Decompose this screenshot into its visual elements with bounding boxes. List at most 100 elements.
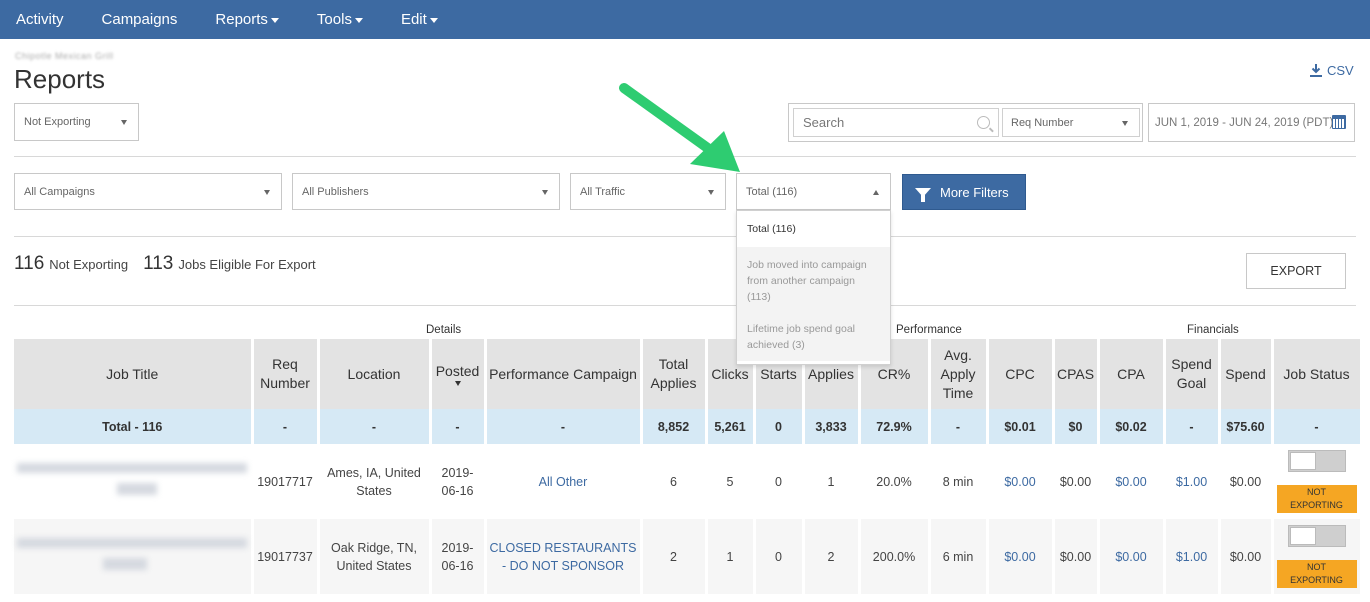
- group-performance: Performance: [896, 324, 962, 336]
- job-title-blurred[interactable]: [14, 519, 254, 594]
- chevron-down-icon: [270, 18, 279, 23]
- total-status: -: [1272, 409, 1363, 444]
- row-starts: 0: [754, 444, 805, 519]
- total-total-applies: 8,852: [641, 409, 708, 444]
- export-toggle[interactable]: [1287, 525, 1346, 547]
- row-cr: 200.0%: [859, 519, 931, 594]
- col-cpc[interactable]: CPC: [987, 339, 1055, 409]
- total-campaign: -: [485, 409, 643, 444]
- redacted-title: [17, 532, 248, 576]
- export-status-select[interactable]: Not Exporting: [14, 103, 139, 141]
- csv-label: CSV: [1327, 63, 1354, 78]
- row-total-applies: 6: [641, 444, 708, 519]
- csv-download-link[interactable]: CSV: [1310, 63, 1354, 78]
- more-filters-button[interactable]: More Filters: [902, 174, 1026, 210]
- req-number-select[interactable]: Req Number: [1002, 108, 1140, 137]
- caret-down-icon: [708, 189, 714, 195]
- top-nav: Activity Campaigns Reports Tools Edit: [0, 0, 1370, 39]
- status-badge: NOT EXPORTING: [1276, 560, 1357, 588]
- row-spend: $0.00: [1219, 519, 1274, 594]
- publishers-select[interactable]: All Publishers: [292, 173, 560, 210]
- date-range-picker[interactable]: JUN 1, 2019 - JUN 24, 2019 (PDT): [1148, 103, 1355, 142]
- search-placeholder: Search: [803, 115, 845, 130]
- total-location: -: [318, 409, 432, 444]
- col-job-title[interactable]: Job Title: [14, 339, 254, 409]
- account-name: Chipotle Mexican Grill: [15, 51, 114, 61]
- dropdown-option-total[interactable]: Total (116): [737, 211, 890, 247]
- row-location: Oak Ridge, TN, United States: [318, 519, 432, 594]
- row-cpc-link[interactable]: $0.00: [987, 519, 1055, 594]
- row-clicks: 5: [706, 444, 756, 519]
- row-apply-time: 8 min: [929, 444, 989, 519]
- col-job-status[interactable]: Job Status: [1272, 339, 1363, 409]
- filter-icon: [915, 187, 931, 202]
- search-icon: [977, 116, 990, 129]
- row-cpa-link[interactable]: $0.00: [1098, 519, 1166, 594]
- row-applies: 2: [803, 519, 861, 594]
- nav-edit[interactable]: Edit: [382, 0, 457, 39]
- total-spend-goal: -: [1164, 409, 1221, 444]
- table-row: 19017717 Ames, IA, United States 2019-06…: [14, 444, 1363, 519]
- campaigns-value: All Campaigns: [24, 185, 95, 198]
- col-campaign[interactable]: Performance Campaign: [485, 339, 643, 409]
- row-campaign-link[interactable]: CLOSED RESTAURANTS - DO NOT SPONSOR: [485, 519, 643, 594]
- search-group: Search Req Number: [788, 103, 1143, 142]
- row-spend-goal-link[interactable]: $1.00: [1164, 519, 1221, 594]
- col-cpa[interactable]: CPA: [1098, 339, 1166, 409]
- total-cpc: $0.01: [987, 409, 1055, 444]
- export-button[interactable]: EXPORT: [1246, 253, 1346, 289]
- col-spend[interactable]: Spend: [1219, 339, 1274, 409]
- nav-campaigns[interactable]: Campaigns: [83, 0, 197, 39]
- total-select[interactable]: Total (116): [736, 173, 891, 210]
- total-applies: 3,833: [803, 409, 861, 444]
- dropdown-option-moved[interactable]: Job moved into campaign from another cam…: [737, 247, 890, 313]
- row-spend: $0.00: [1219, 444, 1274, 519]
- search-input[interactable]: Search: [793, 108, 999, 137]
- col-posted-label: Posted: [435, 363, 480, 379]
- total-label: Total - 116: [14, 409, 254, 444]
- caret-down-icon: [1122, 121, 1128, 126]
- col-apply-time[interactable]: Avg. Apply Time: [929, 339, 989, 409]
- row-cpc-link[interactable]: $0.00: [987, 444, 1055, 519]
- row-status: NOT EXPORTING: [1272, 519, 1363, 594]
- export-toggle[interactable]: [1287, 450, 1346, 472]
- row-spend-goal-link[interactable]: $1.00: [1164, 444, 1221, 519]
- row-posted: 2019-06-16: [430, 519, 487, 594]
- annotation-arrow-icon: [619, 83, 740, 172]
- col-req-number[interactable]: Req Number: [252, 339, 320, 409]
- nav-edit-label: Edit: [400, 11, 427, 28]
- col-cpas[interactable]: CPAS: [1053, 339, 1100, 409]
- sort-desc-icon: [454, 381, 461, 386]
- col-total-applies[interactable]: Total Applies: [641, 339, 708, 409]
- col-location[interactable]: Location: [318, 339, 432, 409]
- nav-reports-label: Reports: [215, 11, 268, 28]
- row-campaign-link[interactable]: All Other: [485, 444, 643, 519]
- row-location: Ames, IA, United States: [318, 444, 432, 519]
- nav-activity[interactable]: Activity: [0, 0, 83, 39]
- req-number-value: Req Number: [1011, 116, 1074, 129]
- campaigns-select[interactable]: All Campaigns: [14, 173, 282, 210]
- row-starts: 0: [754, 519, 805, 594]
- more-filters-label: More Filters: [940, 184, 1009, 200]
- status-badge: NOT EXPORTING: [1276, 485, 1357, 513]
- total-cpa: $0.02: [1098, 409, 1166, 444]
- traffic-value: All Traffic: [580, 185, 626, 198]
- row-posted: 2019-06-16: [430, 444, 487, 519]
- chevron-down-icon: [429, 18, 438, 23]
- col-posted[interactable]: Posted: [430, 339, 487, 409]
- export-status-value: Not Exporting: [24, 116, 91, 128]
- col-spend-goal[interactable]: Spend Goal: [1164, 339, 1221, 409]
- download-icon: [1310, 64, 1322, 77]
- divider: [14, 305, 1356, 306]
- nav-tools[interactable]: Tools: [298, 0, 382, 39]
- job-title-blurred[interactable]: [14, 444, 254, 519]
- nav-reports[interactable]: Reports: [196, 0, 298, 39]
- publishers-value: All Publishers: [302, 185, 369, 198]
- date-range-value: JUN 1, 2019 - JUN 24, 2019 (PDT): [1155, 116, 1334, 129]
- nav-campaigns-label: Campaigns: [101, 11, 178, 28]
- dropdown-option-spend-goal[interactable]: Lifetime job spend goal achieved (3): [737, 313, 890, 361]
- table-total-row: Total - 116 - - - - 8,852 5,261 0 3,833 …: [14, 409, 1363, 444]
- traffic-select[interactable]: All Traffic: [570, 173, 726, 210]
- report-table: Job Title Req Number Location Posted Per…: [14, 339, 1363, 594]
- row-cpa-link[interactable]: $0.00: [1098, 444, 1166, 519]
